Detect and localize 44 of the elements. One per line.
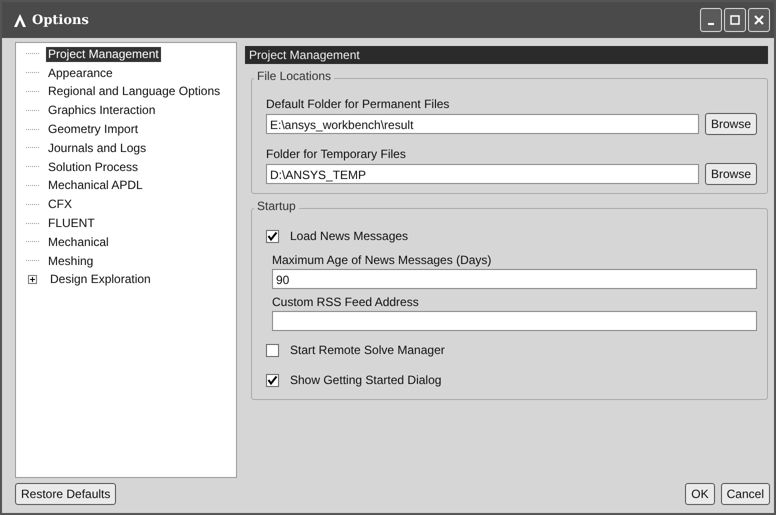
window-title: Options [32,12,90,28]
field-label: Folder for Temporary Files [266,147,407,163]
checkbox-label: Start Remote Solve Manager [290,343,445,357]
minimize-button[interactable] [700,8,722,32]
tree-item[interactable]: Project Management [46,46,161,62]
close-icon [754,15,764,25]
path-field[interactable]: E:\ansys_workbench\result [266,114,699,134]
tree-item[interactable]: Graphics Interaction [46,103,158,118]
cancel-button[interactable]: Cancel [720,483,770,505]
tree-item[interactable]: Regional and Language Options [46,84,222,100]
tree-item[interactable]: Meshing [46,254,96,269]
group-title: Startup [254,199,299,213]
checkbox-label: Show Getting Started Dialog [290,373,442,387]
field-label: Custom RSS Feed Address [272,295,420,311]
field-label: Maximum Age of News Messages (Days) [272,253,492,269]
browse-button[interactable]: Browse [704,163,757,185]
tree-item[interactable]: CFX [46,197,74,212]
tree-item[interactable]: Geometry Import [46,122,140,138]
logo-icon [12,12,28,28]
tree-item[interactable]: Solution Process [46,160,140,175]
tree-item[interactable]: Mechanical APDL [46,178,145,194]
panel-header: Project Management [245,46,768,64]
input-field[interactable] [272,311,757,331]
tree-item[interactable]: Appearance [46,66,115,81]
path-field[interactable]: D:\ANSYS_TEMP [266,164,699,184]
maximize-button[interactable] [724,8,746,32]
checkbox[interactable] [266,344,279,356]
field-label: Default Folder for Permanent Files [266,97,450,113]
checkbox-label: Load News Messages [290,229,408,243]
tree-item[interactable]: Journals and Logs [46,140,148,156]
minimize-icon [708,23,714,25]
tree-item[interactable]: FLUENT [46,216,97,232]
tree-item[interactable]: Mechanical [46,234,111,250]
input-field[interactable]: 90 [272,269,757,289]
ok-button[interactable]: OK [685,483,715,505]
browse-button[interactable]: Browse [704,113,757,135]
expand-icon[interactable] [28,275,37,284]
checkbox[interactable] [266,230,279,242]
checkbox[interactable] [266,374,279,386]
tree-item[interactable]: Design Exploration [48,272,153,288]
restore-defaults-button[interactable]: Restore Defaults [15,483,116,505]
group-title: File Locations [254,69,334,83]
close-button[interactable] [748,8,770,32]
maximize-icon [730,15,740,25]
